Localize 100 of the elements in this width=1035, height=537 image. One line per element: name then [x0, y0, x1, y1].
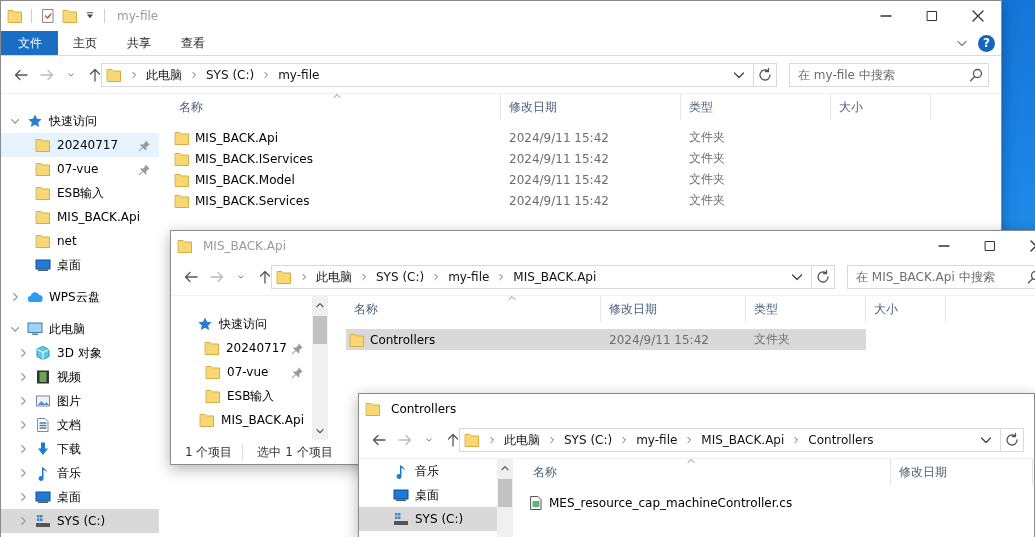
column-header[interactable]: 修改日期 [601, 296, 746, 322]
nav-item[interactable]: 07-vue [1, 157, 159, 181]
ribbon-tab[interactable]: 文件 [1, 31, 58, 55]
document-icon [35, 417, 51, 433]
film-icon [35, 369, 51, 385]
column-header[interactable]: 大小 [831, 94, 931, 120]
scrollbar[interactable] [497, 459, 513, 537]
breadcrumb[interactable]: 此电脑 [146, 66, 182, 84]
breadcrumb[interactable]: MIS_BACK.Api [701, 433, 785, 447]
nav-item[interactable]: 音乐 [1, 461, 159, 485]
folder-icon[interactable] [62, 8, 78, 24]
breadcrumb[interactable]: SYS (C:) [206, 68, 255, 82]
address-bar[interactable]: 此电脑 SYS (C:) my-file MIS_BACK.Api [271, 265, 835, 289]
file-row[interactable]: MIS_BACK.IServices 2024/9/11 15:42 文件夹 [171, 148, 831, 169]
breadcrumb[interactable]: my-file [636, 433, 678, 447]
cube-icon [35, 345, 51, 361]
checklist-icon[interactable] [40, 8, 56, 24]
folder-icon [205, 388, 221, 404]
scrollbar-thumb[interactable] [313, 316, 327, 344]
file-row[interactable]: Controllers 2024/9/11 15:42 文件夹 [346, 329, 866, 350]
item-count: 1 个项目 [185, 443, 234, 461]
close-icon[interactable] [970, 8, 986, 24]
date-cell-text: 2024/9/11 15:42 [508, 193, 610, 208]
scrollbar-thumb[interactable] [498, 479, 512, 507]
breadcrumb[interactable]: 此电脑 [316, 268, 352, 286]
folder-icon [35, 209, 51, 225]
window-title: my-file [117, 9, 159, 23]
column-header[interactable]: 类型 [681, 94, 831, 120]
scrollbar[interactable] [312, 296, 328, 440]
breadcrumb[interactable]: SYS (C:) [376, 270, 425, 284]
maximize-icon[interactable] [982, 238, 998, 254]
column-header[interactable]: 修改日期 [891, 459, 1033, 485]
folder-icon[interactable] [7, 8, 23, 24]
selection-count: 选中 1 个项目 [242, 443, 343, 461]
file-row[interactable]: MIS_BACK.Model 2024/9/11 15:42 文件夹 [171, 169, 831, 190]
nav-item[interactable]: 音乐 [359, 459, 497, 483]
ribbon-tab[interactable]: 查看 [166, 31, 220, 55]
search-field[interactable]: 在 MIS_BACK.Api 中搜索 [847, 265, 1035, 289]
maximize-icon[interactable] [924, 8, 940, 24]
type-cell-text: 文件夹 [688, 192, 726, 209]
nav-item[interactable]: 3D 对象 [1, 341, 159, 365]
folder-icon [174, 150, 190, 167]
column-header[interactable]: 名称 [171, 94, 501, 120]
computer-icon [27, 321, 43, 337]
up-arrow-icon[interactable] [445, 432, 461, 448]
nav-item[interactable]: ESB输入 [171, 384, 312, 408]
breadcrumb[interactable]: SYS (C:) [564, 433, 613, 447]
nav-item[interactable]: 20240717 [171, 336, 312, 360]
nav-item[interactable]: 快速访问 [171, 312, 312, 336]
nav-item[interactable]: 文档 [1, 413, 159, 437]
nav-item[interactable]: 视频 [1, 365, 159, 389]
up-arrow-icon[interactable] [87, 67, 103, 83]
nav-item[interactable]: 此电脑 [1, 317, 159, 341]
up-arrow-icon[interactable] [257, 269, 273, 285]
ribbon-tab[interactable]: 主页 [58, 31, 112, 55]
cloud-icon [27, 289, 43, 305]
back-arrow-icon[interactable] [13, 67, 29, 83]
date-cell-text: 2024/9/11 15:42 [508, 130, 610, 145]
nav-item[interactable]: MIS_BACK.Api [1, 205, 159, 229]
nav-item[interactable]: 桌面 [359, 483, 497, 507]
search-field[interactable]: 在 my-file 中搜索 [789, 63, 989, 87]
back-arrow-icon[interactable] [183, 269, 199, 285]
address-bar[interactable]: 此电脑 SYS (C:) my-file [101, 63, 777, 87]
nav-item[interactable]: 07-vue [171, 360, 312, 384]
type-cell-text: 文件夹 [688, 171, 726, 188]
folder-icon [205, 364, 221, 380]
nav-item[interactable]: MIS_BACK.Api [171, 408, 312, 432]
ribbon-tab[interactable]: 共享 [112, 31, 166, 55]
nav-item[interactable]: 快速访问 [1, 109, 159, 133]
nav-item[interactable]: 桌面 [1, 253, 159, 277]
refresh-icon[interactable] [1004, 432, 1020, 448]
column-header[interactable]: 大小 [866, 296, 946, 322]
file-row[interactable]: MIS_BACK.Api 2024/9/11 15:42 文件夹 [171, 127, 831, 148]
help-button[interactable]: ? [978, 34, 995, 52]
address-bar[interactable]: 此电脑 SYS (C:) my-file MIS_BACK.Api Controllers [459, 428, 1024, 452]
back-arrow-icon[interactable] [371, 432, 387, 448]
search-icon[interactable] [968, 67, 984, 83]
nav-item[interactable]: net [1, 229, 159, 253]
refresh-icon[interactable] [757, 67, 773, 83]
column-header[interactable]: 修改日期 [501, 94, 681, 120]
folder-icon [349, 331, 365, 348]
nav-item[interactable]: 图片 [1, 389, 159, 413]
nav-item[interactable]: 桌面 [1, 485, 159, 509]
nav-item[interactable]: WPS云盘 [1, 285, 159, 309]
file-row[interactable]: MIS_BACK.Services 2024/9/11 15:42 文件夹 [171, 190, 831, 211]
nav-item[interactable]: 20240717 [1, 133, 159, 157]
column-header[interactable]: 名称 [346, 296, 601, 322]
nav-item[interactable]: SYS (C:) [1, 509, 159, 533]
column-header[interactable]: 名称 [525, 459, 891, 485]
breadcrumb[interactable]: MIS_BACK.Api [513, 270, 597, 284]
breadcrumb[interactable]: 此电脑 [504, 431, 540, 449]
column-header[interactable]: 类型 [746, 296, 866, 322]
refresh-icon[interactable] [815, 269, 831, 285]
file-row[interactable]: MES_resource_cap_machineController.cs [525, 492, 1033, 513]
breadcrumb[interactable]: Controllers [808, 433, 874, 447]
breadcrumb[interactable]: my-file [448, 270, 490, 284]
breadcrumb[interactable]: my-file [278, 68, 320, 82]
nav-item[interactable]: ESB输入 [1, 181, 159, 205]
nav-item[interactable]: SYS (C:) [359, 507, 497, 531]
nav-item[interactable]: 下载 [1, 437, 159, 461]
